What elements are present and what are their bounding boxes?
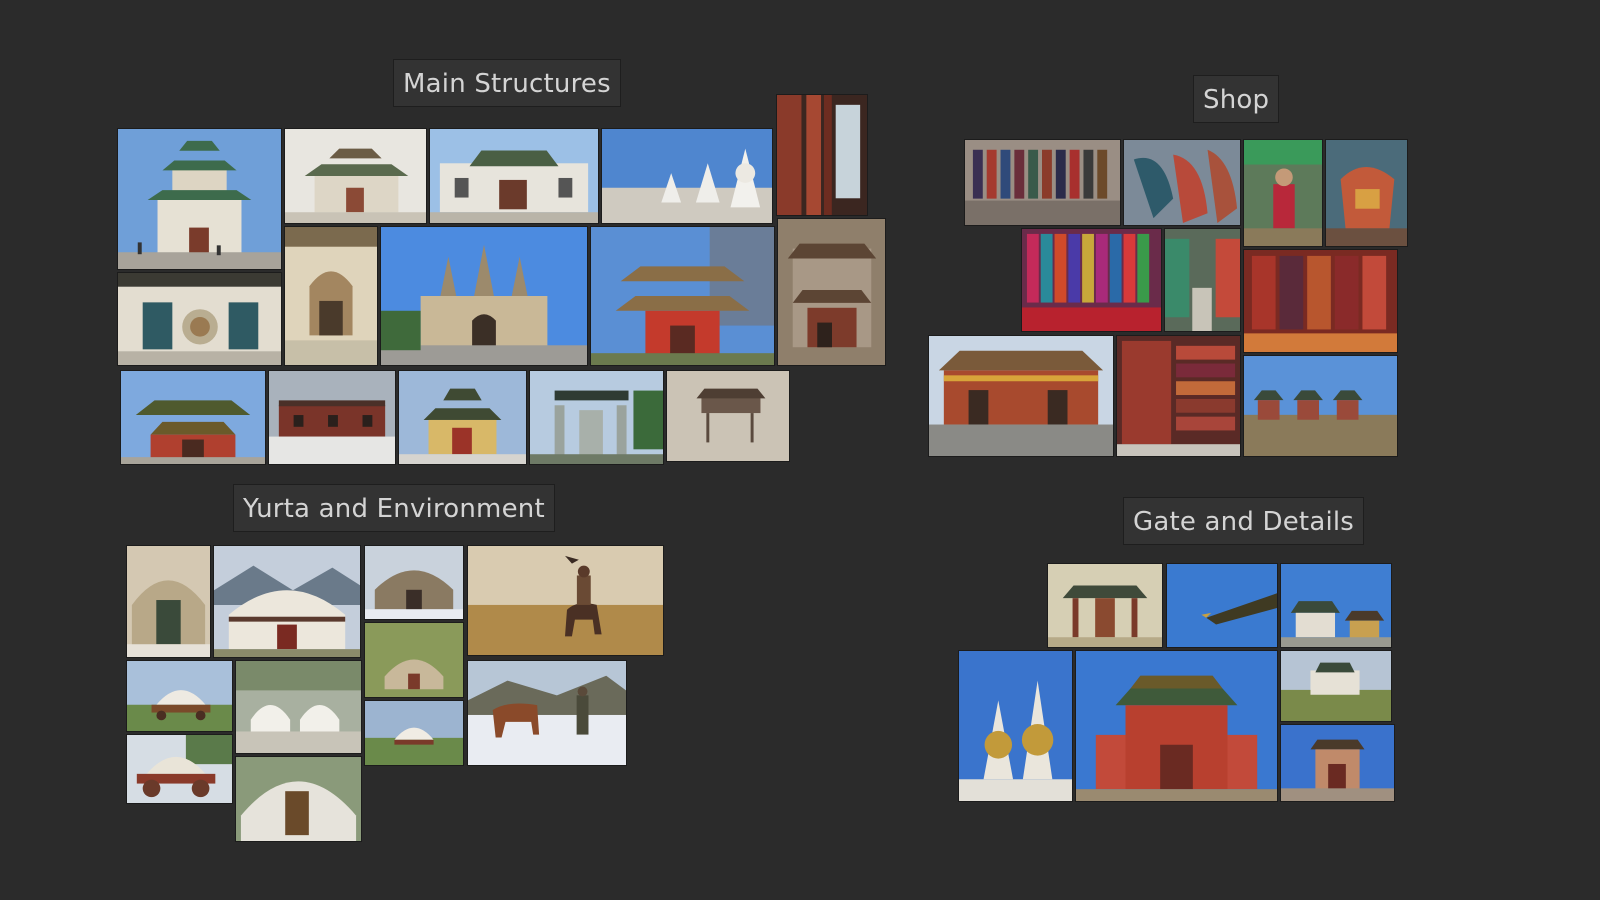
photo-arched-doorway[interactable] [284, 226, 378, 366]
photo-shop-building-flags[interactable] [928, 335, 1114, 457]
photo-cliff-temple[interactable] [666, 370, 790, 462]
photo-five-pagoda-temple[interactable] [380, 226, 588, 366]
photo-white-temple-pavilion[interactable] [284, 128, 427, 224]
photo-carpets-hanging[interactable] [1243, 249, 1398, 353]
photo-horse-snow-person[interactable] [467, 660, 627, 766]
photo-boots-closeup[interactable] [1123, 139, 1241, 226]
photo-eagle-hunter-horse[interactable] [467, 545, 664, 656]
group-label-gate-details[interactable]: Gate and Details [1123, 497, 1365, 545]
moodboard-canvas: Main Structures Shop Yurta and Environme… [0, 0, 1600, 900]
photo-low-red-buildings[interactable] [268, 370, 396, 465]
photo-fabric-shop[interactable] [1021, 228, 1162, 332]
photo-wall-windows-ornament[interactable] [117, 272, 282, 366]
photo-two-white-yurts[interactable] [235, 660, 362, 754]
photo-yellow-temple[interactable] [398, 370, 527, 465]
photo-white-fortress-grass[interactable] [1280, 650, 1392, 722]
photo-yurt-cart-wheels[interactable] [126, 734, 233, 804]
group-label-main-structures[interactable]: Main Structures [393, 59, 621, 107]
photo-gate-vintage[interactable] [1047, 563, 1163, 648]
photo-corridor-red-columns[interactable] [776, 94, 868, 216]
photo-carpet-stacks[interactable] [1116, 335, 1241, 457]
photo-market-pavilions[interactable] [1243, 355, 1398, 457]
photo-market-stall-child[interactable] [1243, 139, 1323, 247]
group-label-shop[interactable]: Shop [1193, 75, 1280, 123]
group-label-yurta-environment[interactable]: Yurta and Environment [233, 484, 555, 532]
photo-roof-corner-detail[interactable] [1166, 563, 1278, 648]
photo-red-gatehouse[interactable] [1280, 724, 1395, 802]
photo-temple-blue-sky[interactable] [1280, 563, 1392, 648]
photo-old-yurt-door[interactable] [126, 545, 211, 658]
photo-main-gate-red[interactable] [1075, 650, 1278, 802]
photo-temple-tower[interactable] [117, 128, 282, 270]
photo-temple-green-roof[interactable] [120, 370, 266, 465]
photo-yurt-snow-field[interactable] [364, 545, 464, 620]
photo-boots-shelf[interactable] [964, 139, 1121, 226]
photo-yurt-on-cart[interactable] [126, 660, 233, 732]
photo-stupas-detail[interactable] [958, 650, 1073, 802]
photo-white-stupas[interactable] [601, 128, 773, 224]
photo-red-pavilion-city[interactable] [590, 226, 775, 366]
photo-monastery-white-walls[interactable] [429, 128, 599, 224]
photo-yurt-closeup-door[interactable] [235, 756, 362, 842]
photo-stone-gate-archway[interactable] [529, 370, 664, 465]
photo-market-aisle[interactable] [1164, 228, 1241, 332]
photo-yurt-plain[interactable] [364, 700, 464, 766]
photo-saddle[interactable] [1325, 139, 1408, 247]
photo-hanging-temple[interactable] [777, 218, 886, 366]
photo-yurt-green-grass[interactable] [364, 622, 464, 698]
photo-white-yurt-mountains[interactable] [213, 545, 361, 658]
